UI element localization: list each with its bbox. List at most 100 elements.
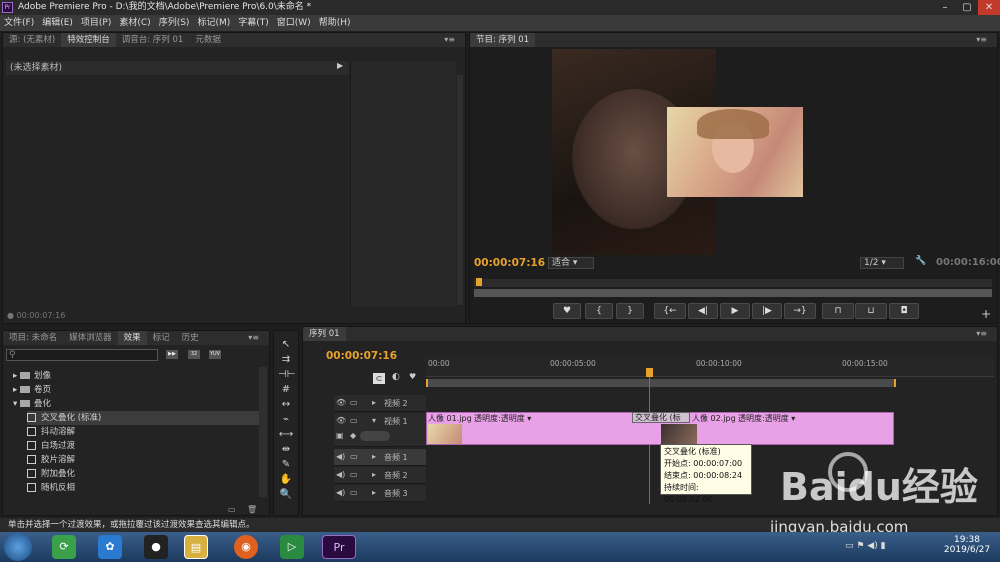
menu-file[interactable]: 文件(F) xyxy=(0,15,38,31)
firefox-icon[interactable]: ◉ xyxy=(234,535,258,559)
menu-project[interactable]: 项目(P) xyxy=(77,15,115,31)
time-ruler[interactable]: 00:00 00:00:05:00 00:00:10:00 00:00:15:0… xyxy=(426,357,994,377)
step-back-button[interactable]: ◀| xyxy=(688,303,718,319)
expand-arrow-icon[interactable]: ▸ xyxy=(372,488,376,497)
360-browser-icon[interactable]: ⟳ xyxy=(52,535,76,559)
panel-menu-icon[interactable]: ▾≡ xyxy=(970,327,993,341)
program-timeruler[interactable] xyxy=(474,279,992,287)
effect-folder-iris[interactable]: ▸ 划像 xyxy=(13,369,263,383)
transition-cross-dissolve[interactable]: 交叉叠化 (标 xyxy=(632,412,690,423)
quality-dropdown[interactable]: 1/2 ▾ xyxy=(860,257,904,269)
effects-scrollbar[interactable] xyxy=(259,367,267,497)
add-marker-button[interactable]: ♥ xyxy=(553,303,581,319)
pen-tool-icon[interactable]: ✎ xyxy=(278,458,294,472)
yuv-effects-icon[interactable]: YUV xyxy=(209,350,221,359)
tab-sequence-01[interactable]: 序列 01 xyxy=(303,327,346,341)
tab-source[interactable]: 源: (无素材) xyxy=(3,33,61,47)
lock-icon[interactable]: ▭ xyxy=(350,452,358,461)
menu-help[interactable]: 帮助(H) xyxy=(315,15,355,31)
accelerated-effects-icon[interactable]: ▶▶ xyxy=(166,350,178,359)
rolling-edit-tool-icon[interactable]: # xyxy=(278,383,294,397)
program-current-timecode[interactable]: 00:00:07:16 xyxy=(474,257,545,269)
lock-icon[interactable]: ▭ xyxy=(350,488,358,497)
selection-tool-icon[interactable]: ↖ xyxy=(278,338,294,352)
add-marker-icon[interactable]: ♥ xyxy=(409,372,416,381)
panel-menu-icon[interactable]: ▾≡ xyxy=(242,331,265,345)
effect-item-dip-to-white[interactable]: 白场过渡 xyxy=(27,439,277,453)
add-button-icon[interactable]: + xyxy=(981,307,991,321)
expand-arrow-icon[interactable]: ▸ xyxy=(372,398,376,407)
panel-menu-icon[interactable]: ▾≡ xyxy=(970,33,993,47)
panel-menu-icon[interactable]: ▾≡ xyxy=(438,33,461,47)
effect-item-cross-dissolve[interactable]: 交叉叠化 (标准) xyxy=(27,411,259,425)
fit-dropdown[interactable]: 适合 ▾ xyxy=(548,257,594,269)
collapse-arrow-icon[interactable]: ▾ xyxy=(372,416,376,425)
menu-edit[interactable]: 编辑(E) xyxy=(38,15,77,31)
go-to-out-button[interactable]: →} xyxy=(784,303,816,319)
close-button[interactable]: ✕ xyxy=(978,0,1000,15)
tab-effect-controls[interactable]: 特效控制台 xyxy=(61,33,116,47)
play-button[interactable]: ▶ xyxy=(720,303,750,319)
program-playhead[interactable] xyxy=(476,278,482,286)
lock-icon[interactable]: ▭ xyxy=(350,398,358,407)
tab-effects[interactable]: 效果 xyxy=(117,331,147,345)
32bit-effects-icon[interactable]: 32 xyxy=(188,350,200,359)
tab-markers[interactable]: 标记 xyxy=(147,331,176,345)
effect-item-random-invert[interactable]: 随机反相 xyxy=(27,481,277,495)
delete-icon[interactable]: 🗑 xyxy=(247,505,257,514)
clip-portrait-02[interactable]: 人像 02.jpg 透明度:透明度 ▾ xyxy=(690,412,894,445)
track-header-audio2[interactable]: ◀) ▭ ▸ 音频 2 xyxy=(334,467,426,484)
tab-metadata[interactable]: 元数据 xyxy=(189,33,227,47)
menu-title[interactable]: 字幕(T) xyxy=(234,15,273,31)
zoom-scrollbar[interactable] xyxy=(474,289,992,297)
effect-item-dither-dissolve[interactable]: 抖动溶解 xyxy=(27,425,277,439)
snap-icon[interactable]: ⊂ xyxy=(373,373,385,384)
timeline-current-timecode[interactable]: 00:00:07:16 xyxy=(326,350,397,362)
track-select-tool-icon[interactable]: ⇉ xyxy=(278,353,294,367)
menu-window[interactable]: 窗口(W) xyxy=(273,15,315,31)
speaker-icon[interactable]: ◀) xyxy=(336,452,345,461)
effect-folder-page-peel[interactable]: ▸ 卷页 xyxy=(13,383,263,397)
effects-search-input[interactable]: ⚲ xyxy=(6,349,158,361)
tray-icons[interactable]: ▭ ⚑ ◀) ▮ xyxy=(845,541,886,551)
effect-folder-dissolve[interactable]: ▾ 叠化 xyxy=(13,397,263,411)
qq-icon[interactable]: ● xyxy=(144,535,168,559)
expand-arrow-icon[interactable]: ▸ xyxy=(372,452,376,461)
video-app-icon[interactable]: ▷ xyxy=(280,535,304,559)
file-explorer-icon[interactable]: ▤ xyxy=(184,535,208,559)
expand-arrow-icon[interactable]: ▸ xyxy=(372,470,376,479)
start-button[interactable] xyxy=(4,533,32,561)
effect-item-film-dissolve[interactable]: 胶片溶解 xyxy=(27,453,277,467)
ripple-edit-tool-icon[interactable]: ⊣⊢ xyxy=(278,368,295,382)
track-header-audio3[interactable]: ◀) ▭ ▸ 音频 3 xyxy=(334,485,426,502)
step-forward-button[interactable]: |▶ xyxy=(752,303,782,319)
slide-tool-icon[interactable]: ⇹ xyxy=(278,443,294,457)
lock-icon[interactable]: ▭ xyxy=(350,416,358,425)
slip-tool-icon[interactable]: ⟷ xyxy=(278,428,294,442)
tab-audio-mixer[interactable]: 调音台: 序列 01 xyxy=(116,33,190,47)
eye-icon[interactable]: 👁 xyxy=(336,416,346,425)
keyframe-nav[interactable] xyxy=(360,431,390,441)
extract-button[interactable]: ⊔ xyxy=(855,303,887,319)
maximize-button[interactable]: ▢ xyxy=(956,0,978,15)
menu-clip[interactable]: 素材(C) xyxy=(115,15,154,31)
effect-item-additive-dissolve[interactable]: 附加叠化 xyxy=(27,467,277,481)
go-to-in-button[interactable]: {← xyxy=(654,303,686,319)
razor-tool-icon[interactable]: ⌁ xyxy=(278,413,294,427)
expand-arrow-icon[interactable]: ▶ xyxy=(337,61,343,70)
timeline-playhead-handle[interactable] xyxy=(646,368,653,377)
linked-selection-icon[interactable]: ◐ xyxy=(392,372,400,382)
tab-media-browser[interactable]: 媒体浏览器 xyxy=(63,331,118,345)
clip-portrait-01[interactable]: 人像 01.jpg 透明度:透明度 ▾ xyxy=(426,412,632,445)
lift-button[interactable]: ⊓ xyxy=(822,303,854,319)
premiere-taskbar-icon[interactable]: Pr xyxy=(322,535,356,559)
new-bin-icon[interactable]: ▭ xyxy=(228,505,236,514)
menu-marker[interactable]: 标记(M) xyxy=(193,15,234,31)
mark-out-button[interactable]: } xyxy=(616,303,644,319)
clock[interactable]: 19:38 2019/6/27 xyxy=(942,535,992,555)
display-style-icon[interactable]: ▣ xyxy=(336,431,344,440)
hand-tool-icon[interactable]: ✋ xyxy=(278,473,294,487)
tab-program[interactable]: 节目: 序列 01 xyxy=(470,33,536,47)
media-player-icon[interactable]: ✿ xyxy=(98,535,122,559)
scrollbar[interactable] xyxy=(457,75,463,305)
